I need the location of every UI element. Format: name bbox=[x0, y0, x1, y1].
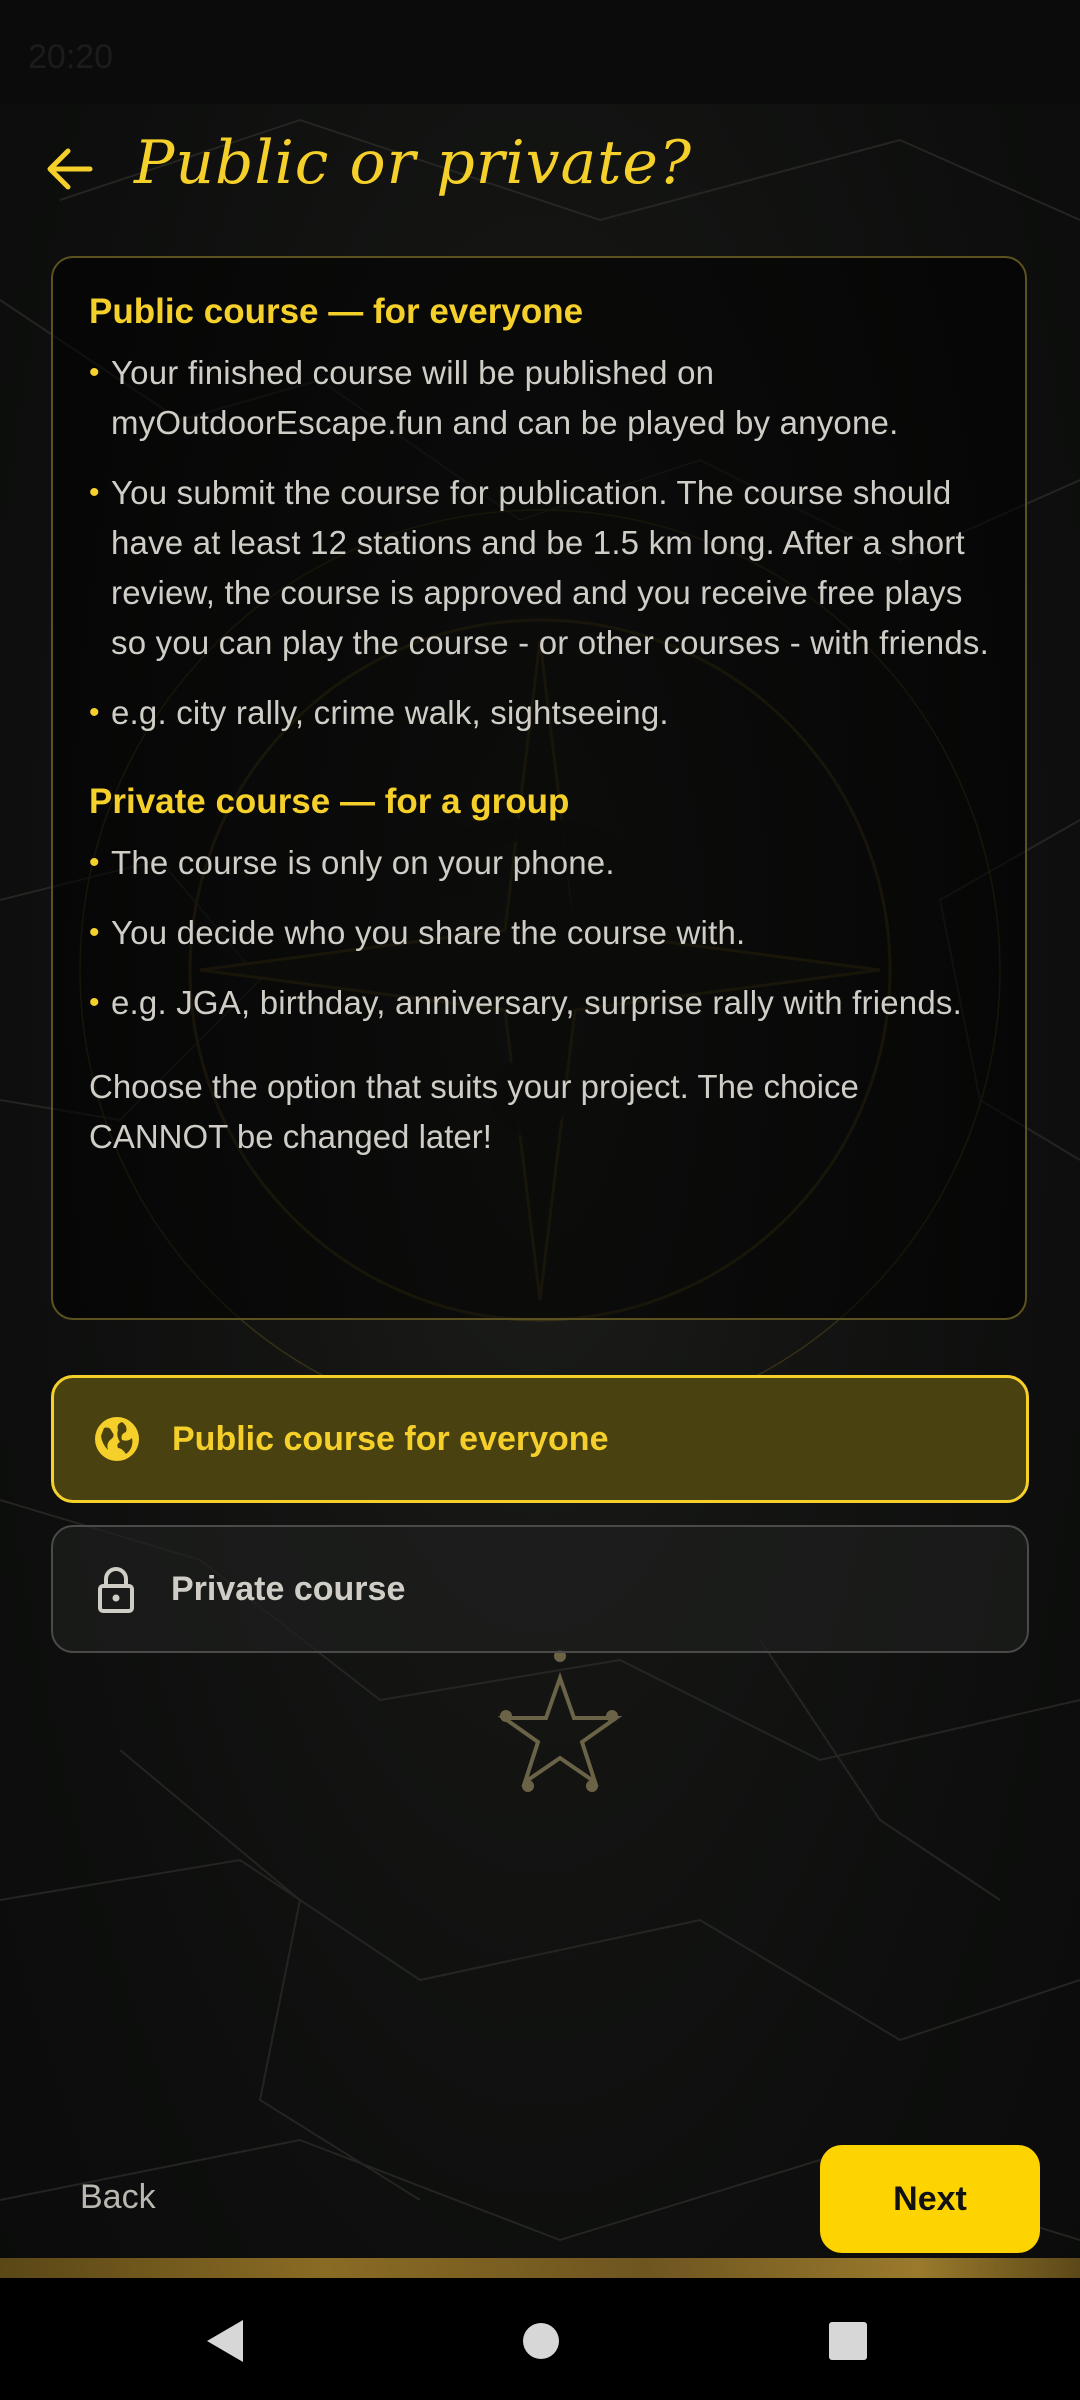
public-bullet-3: • e.g. city rally, crime walk, sightseein… bbox=[89, 688, 989, 738]
private-bullet-3: • e.g. JGA, birthday, anniversary, surpri… bbox=[89, 978, 989, 1028]
page-title: Public or private? bbox=[134, 128, 693, 198]
status-bar: 20:20 bbox=[0, 0, 1080, 104]
system-home-icon[interactable] bbox=[522, 2322, 560, 2360]
system-back-icon[interactable] bbox=[205, 2318, 247, 2364]
private-course-option-label: Private course bbox=[171, 1569, 406, 1608]
bullet-text: e.g. city rally, crime walk, sightseeing… bbox=[111, 694, 669, 731]
bullet-text: The course is only on your phone. bbox=[111, 844, 615, 881]
private-bullet-2: • You decide who you share the course wit… bbox=[89, 908, 989, 958]
private-bullet-1: • The course is only on your phone. bbox=[89, 838, 989, 888]
back-arrow-icon[interactable] bbox=[42, 142, 96, 196]
status-time: 20:20 bbox=[28, 38, 114, 76]
public-course-option-label: Public course for everyone bbox=[172, 1419, 609, 1458]
card-footer-note: Choose the option that suits your projec… bbox=[89, 1068, 859, 1155]
public-course-option[interactable]: Public course for everyone bbox=[51, 1375, 1029, 1503]
bullet-text: Your finished course will be published o… bbox=[111, 354, 899, 441]
bullet-dot: • bbox=[89, 846, 100, 879]
system-recents-icon[interactable] bbox=[829, 2322, 867, 2360]
private-course-option[interactable]: Private course bbox=[51, 1525, 1029, 1653]
back-button[interactable]: Back bbox=[80, 2178, 156, 2217]
bullet-dot: • bbox=[89, 476, 100, 509]
private-section-heading: Private course — for a group bbox=[89, 782, 570, 821]
bullet-text: You decide who you share the course with… bbox=[111, 914, 746, 951]
bullet-dot: • bbox=[89, 356, 100, 389]
bullet-dot: • bbox=[89, 986, 100, 1019]
public-bullet-1: • Your finished course will be published … bbox=[89, 348, 989, 448]
bullet-dot: • bbox=[89, 916, 100, 949]
globe-icon bbox=[92, 1414, 142, 1464]
lock-icon bbox=[91, 1564, 141, 1614]
bullet-dot: • bbox=[89, 696, 100, 729]
public-section-heading: Public course — for everyone bbox=[89, 292, 584, 331]
bullet-text: You submit the course for publication. T… bbox=[111, 474, 989, 661]
bullet-text: e.g. JGA, birthday, anniversary, surpris… bbox=[111, 984, 962, 1021]
info-card: Public course — for everyone • Your finis… bbox=[51, 256, 1027, 1320]
decorative-gold-strip bbox=[0, 2258, 1080, 2278]
public-bullet-2: • You submit the course for publication. … bbox=[89, 468, 989, 668]
system-navigation-bar bbox=[0, 2278, 1080, 2400]
next-button[interactable]: Next bbox=[820, 2145, 1040, 2253]
